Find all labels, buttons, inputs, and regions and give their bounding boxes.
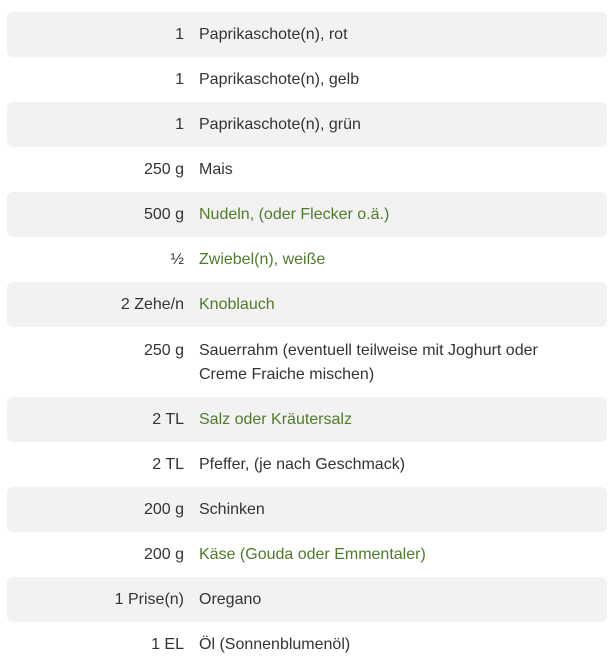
ingredient-name: Sauerrahm (eventuell teilweise mit Joghu…	[199, 342, 538, 383]
ingredient-amount: ½	[170, 251, 184, 268]
ingredient-name: Paprikaschote(n), rot	[199, 26, 348, 43]
ingredient-amount: 2 TL	[152, 411, 184, 428]
ingredient-name: Paprikaschote(n), gelb	[199, 71, 360, 88]
ingredient-amount: 500 g	[143, 206, 184, 223]
ingredient-link-zwiebel[interactable]: Zwiebel(n), weiße	[199, 248, 607, 272]
ingredients-list: 1 Paprikaschote(n), rot 1 Paprikaschote(…	[7, 12, 607, 667]
ingredient-amount: 200 g	[143, 546, 184, 563]
ingredient-link-kaese[interactable]: Käse (Gouda oder Emmentaler)	[199, 543, 607, 567]
ingredient-row: 1 Prise(n) Oregano	[7, 577, 607, 622]
ingredient-row: 1 Paprikaschote(n), gelb	[7, 57, 607, 102]
ingredient-row: 200 g Schinken	[7, 487, 607, 532]
ingredient-amount: 250 g	[143, 342, 184, 359]
ingredient-row: 2 Zehe/n Knoblauch	[7, 282, 607, 327]
ingredient-amount: 2 Zehe/n	[120, 296, 184, 313]
ingredient-row: 500 g Nudeln, (oder Flecker o.ä.)	[7, 192, 607, 237]
ingredient-row: 250 g Mais	[7, 147, 607, 192]
ingredient-row: ½ Zwiebel(n), weiße	[7, 237, 607, 282]
ingredient-amount: 200 g	[143, 501, 184, 518]
ingredient-row: 200 g Käse (Gouda oder Emmentaler)	[7, 532, 607, 577]
ingredient-amount: 1	[175, 26, 184, 43]
ingredient-name: Pfeffer, (je nach Geschmack)	[199, 456, 406, 473]
ingredient-name: Oregano	[199, 591, 262, 608]
ingredient-row: 1 Paprikaschote(n), grün	[7, 102, 607, 147]
ingredient-amount: 1	[175, 116, 184, 133]
ingredient-link-nudeln[interactable]: Nudeln, (oder Flecker o.ä.)	[199, 203, 607, 227]
ingredient-name: Schinken	[199, 501, 265, 518]
ingredient-row: 2 TL Pfeffer, (je nach Geschmack)	[7, 442, 607, 487]
ingredient-amount: 1 EL	[151, 636, 184, 653]
ingredient-name: Öl (Sonnenblumenöl)	[199, 636, 351, 653]
ingredient-amount: 2 TL	[152, 456, 184, 473]
ingredient-link-knoblauch[interactable]: Knoblauch	[199, 293, 607, 317]
ingredient-name: Mais	[199, 161, 233, 178]
ingredient-row: 2 TL Salz oder Kräutersalz	[7, 397, 607, 442]
ingredient-amount: 250 g	[143, 161, 184, 178]
ingredient-row: 250 g Sauerrahm (eventuell teilweise mit…	[7, 327, 607, 397]
ingredient-row: 1 Paprikaschote(n), rot	[7, 12, 607, 57]
ingredient-amount: 1	[175, 71, 184, 88]
ingredient-amount: 1 Prise(n)	[114, 591, 184, 608]
ingredient-row: 1 EL Öl (Sonnenblumenöl)	[7, 622, 607, 667]
ingredient-link-salz[interactable]: Salz oder Kräutersalz	[199, 408, 607, 432]
ingredient-name: Paprikaschote(n), grün	[199, 116, 361, 133]
